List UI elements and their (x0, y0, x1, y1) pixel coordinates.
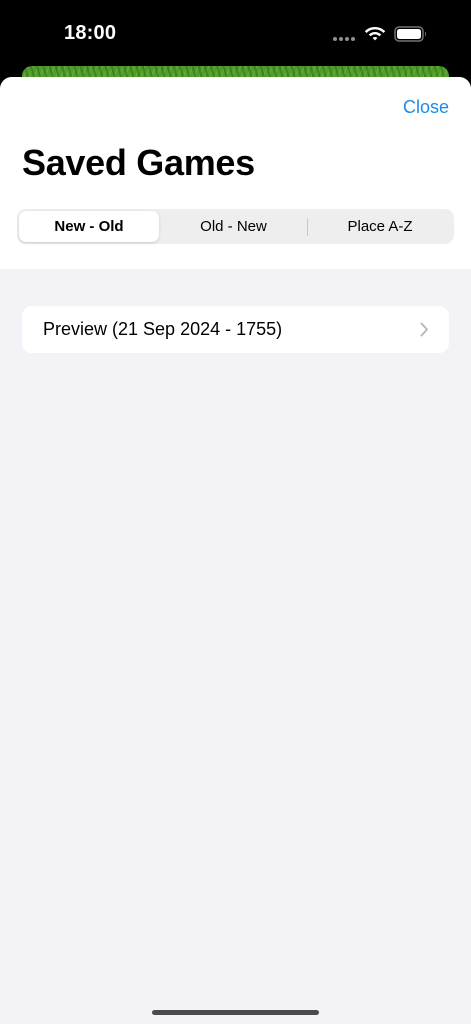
screen: 18:00 Close Saved Games New - Old Old - … (0, 0, 471, 1024)
segment-place-a-z[interactable]: Place A-Z (308, 211, 452, 242)
page-title: Saved Games (22, 142, 255, 183)
segment-old-new[interactable]: Old - New (161, 211, 306, 242)
saved-game-row[interactable]: Preview (21 Sep 2024 - 1755) (22, 306, 449, 353)
sheet-header: Close Saved Games New - Old Old - New Pl… (0, 77, 471, 269)
home-indicator[interactable] (152, 1010, 319, 1015)
chevron-right-icon (420, 322, 428, 337)
saved-game-label: Preview (21 Sep 2024 - 1755) (43, 319, 283, 339)
status-time: 18:00 (64, 22, 117, 44)
wifi-icon (364, 27, 386, 41)
status-bar: 18:00 (0, 0, 471, 66)
signal-dots-icon (333, 37, 357, 41)
close-button[interactable]: Close (403, 97, 449, 118)
segment-new-old[interactable]: New - Old (19, 211, 159, 242)
sort-segmented-control: New - Old Old - New Place A-Z (17, 209, 454, 244)
battery-icon (394, 26, 426, 42)
saved-games-sheet: Close Saved Games New - Old Old - New Pl… (0, 77, 471, 1024)
